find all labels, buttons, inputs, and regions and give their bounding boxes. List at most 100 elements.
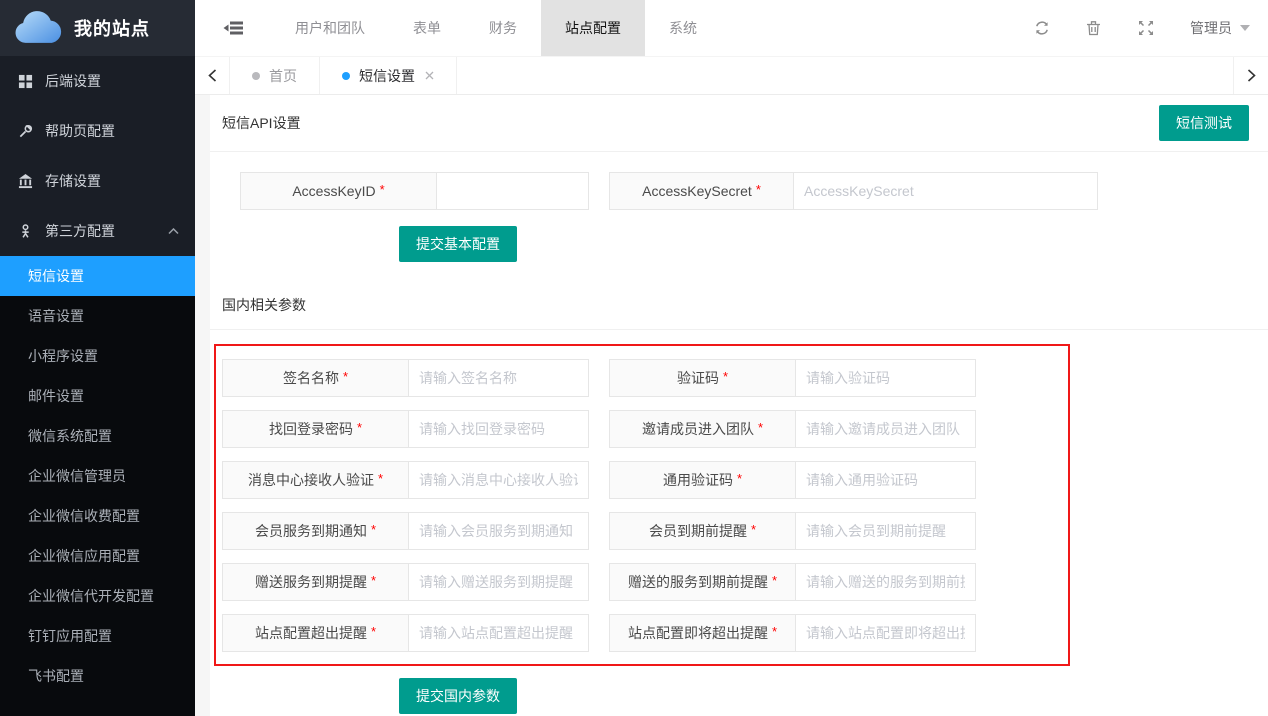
field-gift-service-pre-expiry-reminder: 赠送的服务到期前提醒*	[609, 563, 976, 601]
submit-basic-config-button[interactable]: 提交基本配置	[399, 226, 517, 262]
nav-tab-system[interactable]: 系统	[645, 0, 721, 56]
required-mark: *	[751, 522, 756, 537]
field-label: 会员到期前提醒*	[609, 512, 796, 550]
sign-name-input[interactable]	[408, 359, 589, 397]
trash-icon[interactable]	[1086, 20, 1102, 36]
field-gift-service-expiry-reminder: 赠送服务到期提醒*	[222, 563, 589, 601]
required-mark: *	[723, 369, 728, 384]
field-label: AccessKeySecret*	[609, 172, 794, 210]
sms-test-button[interactable]: 短信测试	[1159, 105, 1249, 141]
field-label: 会员服务到期通知*	[222, 512, 409, 550]
nav-tab-users-teams[interactable]: 用户和团队	[271, 0, 389, 56]
nav-tab-forms[interactable]: 表单	[389, 0, 465, 56]
cloud-logo-icon	[12, 11, 64, 45]
sidebar-subitem-wechat-system-config[interactable]: 微信系统配置	[0, 416, 195, 456]
required-mark: *	[737, 471, 742, 486]
field-member-service-expiry-notice: 会员服务到期通知*	[222, 512, 589, 550]
page-tabbar: 首页 短信设置	[195, 56, 1268, 95]
sidebar-subitem-feishu-config[interactable]: 飞书配置	[0, 656, 195, 696]
tabs-scroll-left-icon[interactable]	[195, 57, 230, 94]
site-config-near-exceed-reminder-input[interactable]	[795, 614, 976, 652]
field-invite-member: 邀请成员进入团队*	[609, 410, 976, 448]
form-row: 签名名称* 验证码*	[222, 359, 1068, 397]
field-label: 站点配置超出提醒*	[222, 614, 409, 652]
sidebar-subitem-wecom-billing-config[interactable]: 企业微信收费配置	[0, 496, 195, 536]
submit-domestic-params-button[interactable]: 提交国内参数	[399, 678, 517, 714]
field-label: 站点配置即将超出提醒*	[609, 614, 796, 652]
form-row: 会员服务到期通知* 会员到期前提醒*	[222, 512, 1068, 550]
nav-tab-site-config[interactable]: 站点配置	[541, 0, 645, 56]
sidebar: 我的站点 后端设置 帮助页配置 存储设置	[0, 0, 195, 716]
form-row: 赠送服务到期提醒* 赠送的服务到期前提醒*	[222, 563, 1068, 601]
member-service-expiry-notice-input[interactable]	[408, 512, 589, 550]
fullscreen-icon[interactable]	[1138, 20, 1154, 36]
grid-icon	[16, 74, 34, 89]
sidebar-toggle-icon[interactable]	[223, 20, 243, 36]
field-password-recovery: 找回登录密码*	[222, 410, 589, 448]
sidebar-item-label: 帮助页配置	[45, 121, 115, 141]
required-mark: *	[343, 369, 348, 384]
field-label: 找回登录密码*	[222, 410, 409, 448]
user-menu[interactable]: 管理员	[1190, 18, 1250, 38]
api-key-row: AccessKeyID* AccessKeySecret*	[240, 172, 1268, 210]
required-mark: *	[758, 420, 763, 435]
general-captcha-input[interactable]	[795, 461, 976, 499]
sidebar-subitem-sms-settings[interactable]: 短信设置	[0, 256, 195, 296]
captcha-code-input[interactable]	[795, 359, 976, 397]
required-mark: *	[357, 420, 362, 435]
section-title: 短信API设置	[222, 113, 301, 133]
field-site-config-exceed-reminder: 站点配置超出提醒*	[222, 614, 589, 652]
sidebar-subitem-miniprogram-settings[interactable]: 小程序设置	[0, 336, 195, 376]
sidebar-subitem-wecom-dev-config[interactable]: 企业微信代开发配置	[0, 576, 195, 616]
gift-service-expiry-reminder-input[interactable]	[408, 563, 589, 601]
message-center-receiver-verify-input[interactable]	[408, 461, 589, 499]
sidebar-item-third-party-config[interactable]: 第三方配置	[0, 206, 195, 256]
required-mark: *	[378, 471, 383, 486]
password-recovery-input[interactable]	[408, 410, 589, 448]
gift-service-pre-expiry-reminder-input[interactable]	[795, 563, 976, 601]
content-area: 短信API设置 短信测试 AccessKeyID* AccessKeySecre…	[195, 95, 1268, 716]
field-message-center-receiver-verify: 消息中心接收人验证*	[222, 461, 589, 499]
sidebar-subitem-wecom-admin[interactable]: 企业微信管理员	[0, 456, 195, 496]
top-nav-tabs: 用户和团队 表单 财务 站点配置 系统	[271, 0, 721, 56]
field-label: 签名名称*	[222, 359, 409, 397]
nav-tab-finance[interactable]: 财务	[465, 0, 541, 56]
page-tab-sms-settings[interactable]: 短信设置	[320, 57, 457, 94]
sidebar-subitem-mail-settings[interactable]: 邮件设置	[0, 376, 195, 416]
top-navbar: 用户和团队 表单 财务 站点配置 系统	[195, 0, 1268, 56]
sidebar-item-backend-settings[interactable]: 后端设置	[0, 56, 195, 106]
invite-member-input[interactable]	[795, 410, 976, 448]
required-mark: *	[380, 182, 385, 197]
access-key-secret-input[interactable]	[793, 172, 1098, 210]
refresh-icon[interactable]	[1034, 20, 1050, 36]
tabs-scroll-right-icon[interactable]	[1233, 57, 1268, 94]
field-captcha-code: 验证码*	[609, 359, 976, 397]
access-key-id-input[interactable]	[436, 172, 589, 210]
user-icon	[16, 224, 34, 239]
field-label: 通用验证码*	[609, 461, 796, 499]
sidebar-submenu: 短信设置 语音设置 小程序设置 邮件设置 微信系统配置 企业微信管理员 企业微信…	[0, 256, 195, 716]
field-label: AccessKeyID*	[240, 172, 437, 210]
field-access-key-id: AccessKeyID*	[240, 172, 589, 210]
form-row: 消息中心接收人验证* 通用验证码*	[222, 461, 1068, 499]
required-mark: *	[772, 573, 777, 588]
close-icon[interactable]	[425, 71, 434, 80]
sidebar-item-label: 存储设置	[45, 171, 101, 191]
required-mark: *	[371, 522, 376, 537]
sidebar-item-storage-settings[interactable]: 存储设置	[0, 156, 195, 206]
domestic-params-section-header: 国内相关参数	[210, 280, 1268, 330]
sidebar-subitem-voice-settings[interactable]: 语音设置	[0, 296, 195, 336]
field-general-captcha: 通用验证码*	[609, 461, 976, 499]
member-expiry-reminder-input[interactable]	[795, 512, 976, 550]
page-tab-home[interactable]: 首页	[230, 57, 320, 94]
sidebar-subitem-wecom-app-config[interactable]: 企业微信应用配置	[0, 536, 195, 576]
required-mark: *	[371, 624, 376, 639]
required-mark: *	[371, 573, 376, 588]
required-mark: *	[772, 624, 777, 639]
form-row: 找回登录密码* 邀请成员进入团队*	[222, 410, 1068, 448]
tab-status-dot	[342, 72, 350, 80]
sidebar-subitem-dingtalk-app-config[interactable]: 钉钉应用配置	[0, 616, 195, 656]
site-config-exceed-reminder-input[interactable]	[408, 614, 589, 652]
sidebar-item-help-page-config[interactable]: 帮助页配置	[0, 106, 195, 156]
field-label: 消息中心接收人验证*	[222, 461, 409, 499]
